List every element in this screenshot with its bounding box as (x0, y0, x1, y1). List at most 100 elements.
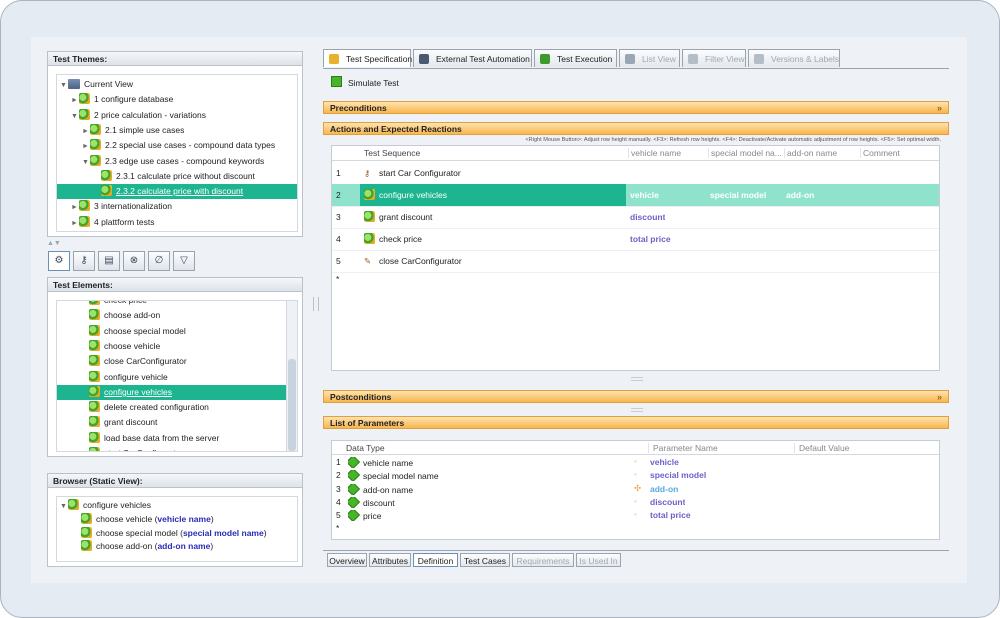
splitter-grip[interactable] (631, 377, 643, 381)
step-cell[interactable]: ⚷ start Car Configurator (360, 162, 626, 184)
element-start-carconfigurator[interactable]: start CarConfigurator (57, 446, 286, 451)
vehicle-name-value[interactable]: total price (630, 234, 671, 244)
column-header-test-sequence[interactable]: Test Sequence (362, 148, 420, 158)
column-header-special-model-na[interactable]: special model na... (708, 148, 782, 158)
parameter-name-value[interactable]: vehicle (650, 457, 679, 467)
preconditions-bar[interactable]: Preconditions » (323, 101, 949, 114)
parameter-link[interactable]: add-on name (157, 541, 210, 551)
data-type-cell[interactable]: price (348, 510, 381, 522)
tab-filter-icon[interactable]: ▽ (173, 251, 195, 271)
expand-arrow-icon[interactable]: ► (81, 124, 90, 139)
tree-item-1-configure-database[interactable]: ► 1 configure database (57, 92, 297, 107)
element-choose-special-model[interactable]: choose special model (57, 324, 286, 339)
parameter-row[interactable]: 1 vehicle name ◦ vehicle (332, 456, 939, 469)
tab-test-execution[interactable]: Test Execution (534, 49, 617, 67)
expand-arrow-icon[interactable]: ► (70, 200, 79, 215)
splitter[interactable]: ▲▼ (47, 240, 301, 247)
parameter-link[interactable]: vehicle name (157, 514, 210, 524)
data-type-cell[interactable]: add-on name (348, 483, 413, 495)
tab-gear-icon[interactable]: ⚙ (48, 251, 70, 271)
data-type-cell[interactable]: discount (348, 496, 395, 508)
new-row-marker[interactable]: * (336, 274, 339, 284)
sequence-row[interactable]: 2 configure vehicles vehicle special model a… (332, 184, 939, 207)
element-choose-vehicle[interactable]: choose vehicle (57, 339, 286, 354)
tree-item-2-3-1-calculate-price-without-discount[interactable]: 2.3.1 calculate price without discount (57, 169, 297, 184)
column-header-comment[interactable]: Comment (860, 148, 900, 158)
step-cell[interactable]: configure vehicles (360, 184, 626, 206)
column-header-data-type[interactable]: Data Type (346, 443, 385, 453)
add-on-value[interactable]: add-on (786, 190, 814, 200)
expand-arrow-icon[interactable]: ► (70, 216, 79, 231)
tree-item-2-3-2-calculate-price-with-discount[interactable]: 2.3.2 calculate price with discount (57, 184, 297, 200)
elements-scrollbar[interactable] (286, 301, 297, 451)
element-delete-created-configuration[interactable]: delete created configuration (57, 400, 286, 415)
element-load-base-data-from-the-server[interactable]: load base data from the server (57, 431, 286, 446)
tab-key-icon[interactable]: ⚷ (73, 251, 95, 271)
tree-item-2-price-calculation-variations[interactable]: ▼ 2 price calculation - variations (57, 108, 297, 123)
data-type-cell[interactable]: special model name (348, 470, 439, 482)
vehicle-name-value[interactable]: vehicle (630, 190, 659, 200)
data-type-cell[interactable]: vehicle name (348, 457, 413, 468)
special-model-value[interactable]: special model (710, 190, 766, 200)
tree-item-2-2-special-use-cases-compound-data-types[interactable]: ► 2.2 special use cases - compound data t… (57, 138, 297, 153)
sequence-row[interactable]: 4 check price total price (332, 228, 939, 251)
parameter-name-value[interactable]: special model (650, 470, 706, 480)
tab-list-view[interactable]: List View (619, 49, 680, 67)
element-check-price[interactable]: check price (57, 301, 286, 308)
tree-item-current-view[interactable]: ▼ Current View (57, 77, 297, 92)
collapse-arrow-icon[interactable]: ▼ (81, 155, 90, 170)
bottom-tab-is-used-in[interactable]: Is Used In (576, 553, 621, 567)
element-grant-discount[interactable]: grant discount (57, 415, 286, 430)
step-cell[interactable]: ✎ close CarConfigurator (360, 250, 626, 272)
tree-item-3-internationalization[interactable]: ► 3 internationalization (57, 199, 297, 214)
tab-filter-view[interactable]: Filter View (682, 49, 746, 67)
postconditions-bar[interactable]: Postconditions » (323, 390, 949, 403)
browser-item[interactable]: choose add-on (add-on name) (57, 539, 213, 554)
tree-item-4-plattform-tests[interactable]: ► 4 plattform tests (57, 215, 297, 230)
tree-item-2-1-simple-use-cases[interactable]: ► 2.1 simple use cases (57, 123, 297, 138)
vehicle-name-value[interactable]: discount (630, 212, 665, 222)
parameter-row[interactable]: 5 price ◦ total price (332, 509, 939, 522)
column-header-vehicle-name[interactable]: vehicle name (628, 148, 681, 158)
step-cell[interactable]: grant discount (360, 206, 626, 228)
splitter-grip[interactable] (631, 408, 643, 412)
element-configure-vehicles[interactable]: configure vehicles (57, 384, 286, 400)
bottom-tab-definition[interactable]: Definition (413, 553, 458, 567)
parameter-row[interactable]: 4 discount ◦ discount (332, 496, 939, 509)
parameter-name-value[interactable]: add-on (650, 484, 678, 494)
element-configure-vehicle[interactable]: configure vehicle (57, 370, 286, 385)
browser-root[interactable]: ▼ configure vehicles (57, 498, 151, 513)
column-header-default-value[interactable]: Default Value (794, 443, 849, 453)
bottom-tab-overview[interactable]: Overview (327, 553, 367, 567)
sequence-row[interactable]: 1 ⚷ start Car Configurator (332, 162, 939, 185)
parameter-link[interactable]: special model name (183, 528, 264, 538)
expand-arrow-icon[interactable]: ► (70, 93, 79, 108)
column-header-parameter-name[interactable]: Parameter Name (648, 443, 718, 453)
new-row-marker[interactable]: * (336, 523, 339, 533)
tab-clipboard-icon[interactable]: ▤ (98, 251, 120, 271)
parameter-name-value[interactable]: total price (650, 510, 691, 520)
tab-cancel-icon[interactable]: ⊗ (123, 251, 145, 271)
sequence-row[interactable]: 3 grant discount discount (332, 206, 939, 229)
element-choose-add-on[interactable]: choose add-on (57, 308, 286, 323)
element-close-carconfigurator[interactable]: close CarConfigurator (57, 354, 286, 369)
tab-versions-labels[interactable]: Versions & Labels (748, 49, 840, 67)
collapse-arrow-icon[interactable]: ▼ (59, 78, 68, 93)
parameter-name-value[interactable]: discount (650, 497, 685, 507)
parameter-row[interactable]: 3 add-on name ✣ add-on (332, 483, 939, 496)
parameter-row[interactable]: 2 special model name ◦ special model (332, 469, 939, 482)
simulate-test-button[interactable]: Simulate Test (331, 75, 399, 91)
tab-paperclip-icon[interactable]: ∅ (148, 251, 170, 271)
bottom-tab-test-cases[interactable]: Test Cases (460, 553, 510, 567)
tree-item-2-3-edge-use-cases-compound-keywords[interactable]: ▼ 2.3 edge use cases - compound keywords (57, 154, 297, 169)
collapse-arrow-icon[interactable]: ▼ (70, 109, 79, 124)
sequence-row[interactable]: 5 ✎ close CarConfigurator (332, 250, 939, 273)
bottom-tab-requirements[interactable]: Requirements (512, 553, 574, 567)
step-cell[interactable]: check price (360, 228, 626, 250)
scroll-thumb[interactable] (288, 359, 296, 451)
bottom-tab-attributes[interactable]: Attributes (369, 553, 411, 567)
vertical-splitter[interactable] (313, 297, 319, 311)
expand-arrow-icon[interactable]: ► (81, 139, 90, 154)
tab-external-test-automation[interactable]: External Test Automation (413, 49, 532, 67)
column-header-add-on-name[interactable]: add-on name (784, 148, 837, 158)
